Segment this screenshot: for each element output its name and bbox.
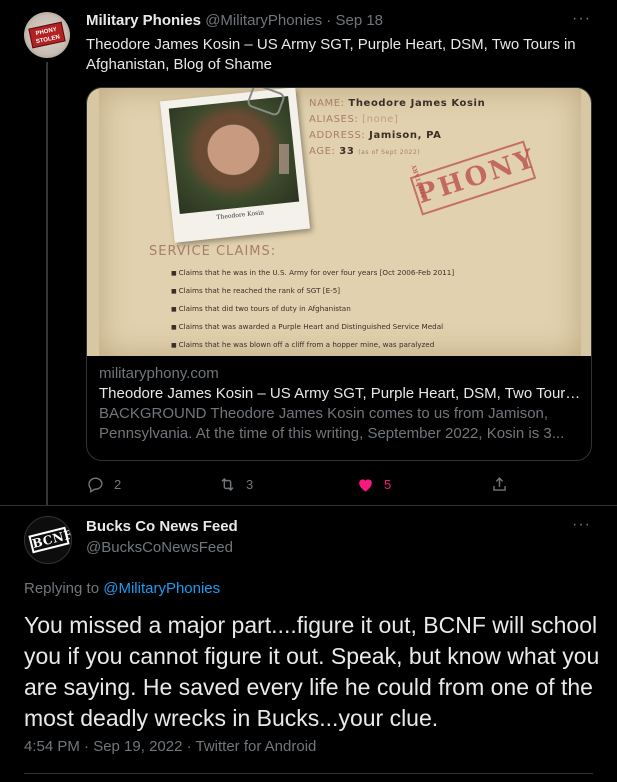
like-count: 5 xyxy=(384,476,392,492)
footer-divider xyxy=(24,773,593,774)
claim-item: Claims that was awarded a Purple Heart a… xyxy=(171,318,454,336)
reply-timestamp[interactable]: 4:54 PM · Sep 19, 2022 · Twitter for And… xyxy=(24,738,316,755)
author-name[interactable]: Military Phonies xyxy=(86,12,201,29)
reply-more-options-icon[interactable]: ··· xyxy=(572,516,591,534)
reply-count: 2 xyxy=(114,476,122,492)
author-handle[interactable]: @MilitaryPhonies xyxy=(205,12,322,29)
address-label: ADDRESS: xyxy=(309,130,366,141)
like-button[interactable]: 5 xyxy=(356,472,391,496)
original-tweet[interactable]: PHONY STOLEN Military Phonies @MilitaryP… xyxy=(0,0,617,505)
reply-author-name[interactable]: Bucks Co News Feed xyxy=(86,518,238,535)
replying-to: Replying to @MilitaryPhonies xyxy=(24,580,220,597)
replying-mention-link[interactable]: @MilitaryPhonies xyxy=(103,580,220,597)
replying-prefix: Replying to xyxy=(24,580,104,597)
thread-connector-line xyxy=(46,62,48,505)
claim-item: Claims that he was in the U.S. Army for … xyxy=(171,264,455,282)
reply-author-handle[interactable]: @BucksCoNewsFeed xyxy=(86,539,233,556)
tweet-date[interactable]: Sep 18 xyxy=(335,12,383,29)
service-claims-title: SERVICE CLAIMS: xyxy=(149,244,277,259)
tweet-divider xyxy=(0,505,617,506)
reply-icon xyxy=(88,476,103,493)
redacted-blur xyxy=(279,144,289,174)
age-label: AGE: xyxy=(309,146,336,157)
card-domain: militaryphony.com xyxy=(99,365,219,382)
reply-tweet-text: You missed a major part....figure it out… xyxy=(24,612,600,731)
name-label: NAME: xyxy=(309,98,345,109)
service-claims-list: Claims that he was in the U.S. Army for … xyxy=(171,264,455,354)
link-preview-card[interactable]: Theodore Kosin NAME: Theodore James Kosi… xyxy=(86,87,592,461)
age-value: 33 xyxy=(339,146,355,157)
claim-item: Claims that he reached the rank of SGT [… xyxy=(171,282,454,300)
card-image: Theodore Kosin NAME: Theodore James Kosi… xyxy=(87,88,591,356)
tweet-header: Military Phonies @MilitaryPhonies · Sep … xyxy=(86,12,383,29)
claim-item: Claims that he was blown off a cliff fro… xyxy=(171,336,454,354)
tweet-text: Theodore James Kosin – US Army SGT, Purp… xyxy=(86,36,576,73)
retweet-icon xyxy=(221,477,234,491)
reply-button[interactable]: 2 xyxy=(86,472,121,496)
address-value: Jamison, PA xyxy=(369,130,442,141)
meta-separator: · xyxy=(322,12,336,29)
bcnf-avatar[interactable]: BCNF xyxy=(24,516,72,564)
aliases-value: [none] xyxy=(362,114,399,125)
dossier-folder: Theodore Kosin NAME: Theodore James Kosi… xyxy=(99,88,581,356)
age-note: (as of Sept 2022) xyxy=(358,149,421,156)
card-description: BACKGROUND Theodore James Kosin comes to… xyxy=(99,405,565,442)
share-icon xyxy=(493,476,506,491)
more-options-icon[interactable]: ··· xyxy=(572,10,591,28)
military-phonies-avatar[interactable]: PHONY STOLEN xyxy=(24,12,70,58)
share-button[interactable] xyxy=(490,472,518,496)
claim-item: Claims that did two tours of duty in Afg… xyxy=(171,300,454,318)
avatar-badge: PHONY STOLEN xyxy=(28,21,66,49)
bcnf-logo: BCNF xyxy=(28,526,71,554)
retweet-count: 3 xyxy=(246,476,254,492)
retweet-button[interactable]: 3 xyxy=(218,472,253,496)
tweet-actions: 2 3 5 xyxy=(86,472,516,496)
name-value: Theodore James Kosin xyxy=(348,98,486,109)
dossier-fields: NAME: Theodore James Kosin ALIASES: [non… xyxy=(309,96,485,161)
card-meta: militaryphony.com Theodore James Kosin –… xyxy=(99,364,581,444)
heart-filled-icon xyxy=(359,478,372,492)
aliases-label: ALIASES: xyxy=(309,114,359,125)
card-title: Theodore James Kosin – US Army SGT, Purp… xyxy=(99,385,581,402)
